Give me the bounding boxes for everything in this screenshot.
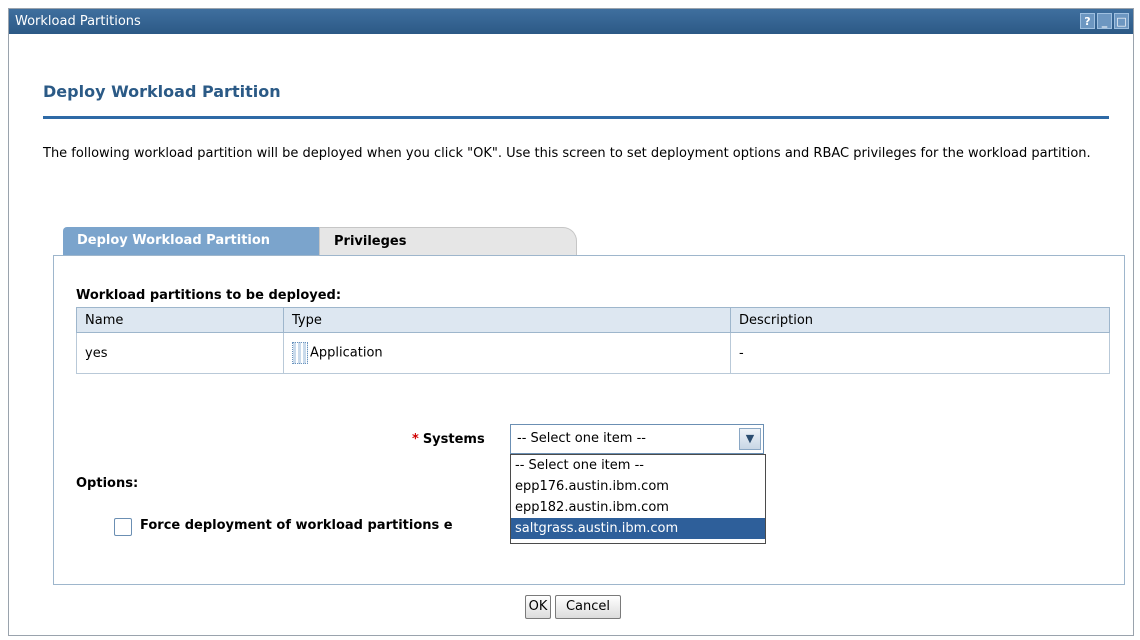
systems-label: * Systems xyxy=(412,432,485,447)
systems-option-highlighted[interactable]: saltgrass.austin.ibm.com xyxy=(511,518,765,539)
tab-bar: Deploy Workload Partition Privileges xyxy=(63,227,577,255)
heading-divider xyxy=(43,116,1109,119)
systems-select[interactable]: -- Select one item -- ▼ xyxy=(510,424,764,454)
column-header-type[interactable]: Type xyxy=(283,307,731,333)
window-title: Workload Partitions xyxy=(15,14,141,29)
systems-label-text: Systems xyxy=(422,432,485,447)
options-label: Options: xyxy=(76,476,139,491)
cancel-button[interactable]: Cancel xyxy=(555,595,621,619)
partitions-table: Name Type Description yes Application - xyxy=(76,307,1110,374)
window-titlebar: Workload Partitions ? _ □ xyxy=(9,9,1133,34)
required-marker: * xyxy=(412,432,419,447)
column-header-name[interactable]: Name xyxy=(76,307,284,333)
tab-privileges[interactable]: Privileges xyxy=(319,227,577,255)
systems-selected-value: -- Select one item -- xyxy=(517,431,646,446)
maximize-icon[interactable]: □ xyxy=(1114,13,1129,29)
systems-dropdown-list: -- Select one item -- epp176.austin.ibm.… xyxy=(510,454,766,544)
table-header-row: Name Type Description xyxy=(76,307,1110,333)
deploy-panel: Workload partitions to be deployed: Name… xyxy=(53,255,1125,585)
table-row[interactable]: yes Application - xyxy=(76,332,1110,374)
cell-description: - xyxy=(730,332,1110,374)
cell-name: yes xyxy=(76,332,284,374)
workload-partitions-window: Workload Partitions ? _ □ Deploy Workloa… xyxy=(8,8,1134,636)
cell-type-label: Application xyxy=(310,345,383,361)
systems-option[interactable]: -- Select one item -- xyxy=(511,455,765,476)
tab-deploy-workload-partition[interactable]: Deploy Workload Partition xyxy=(63,227,319,255)
chevron-down-icon[interactable]: ▼ xyxy=(739,428,761,450)
page-title: Deploy Workload Partition xyxy=(43,82,281,101)
page-description: The following workload partition will be… xyxy=(43,146,1091,161)
systems-option[interactable]: epp182.austin.ibm.com xyxy=(511,497,765,518)
table-title: Workload partitions to be deployed: xyxy=(76,288,342,303)
force-deployment-checkbox[interactable] xyxy=(114,518,132,536)
force-deployment-label[interactable]: Force deployment of workload partitions … xyxy=(140,518,453,533)
window-controls: ? _ □ xyxy=(1080,13,1129,29)
column-header-description[interactable]: Description xyxy=(730,307,1110,333)
help-icon[interactable]: ? xyxy=(1080,13,1095,29)
cell-type: Application xyxy=(283,332,731,374)
application-icon xyxy=(292,342,308,364)
systems-option[interactable]: epp176.austin.ibm.com xyxy=(511,476,765,497)
minimize-icon[interactable]: _ xyxy=(1097,13,1112,29)
ok-button[interactable]: OK xyxy=(525,595,551,619)
